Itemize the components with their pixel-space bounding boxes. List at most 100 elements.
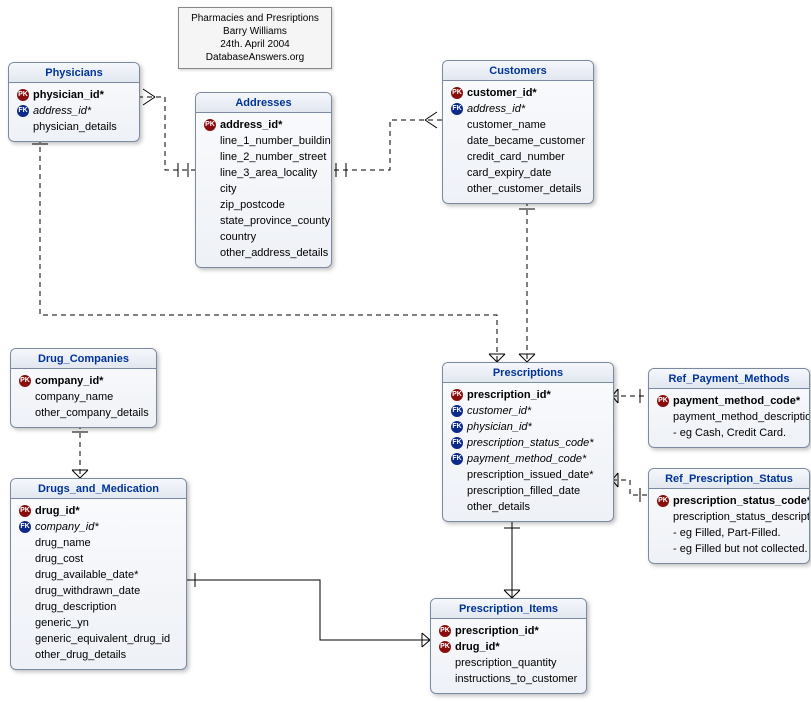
- pk-icon: PK: [17, 503, 33, 519]
- note-line: DatabaseAnswers.org: [185, 51, 325, 64]
- attribute-row: drug_cost: [17, 551, 180, 567]
- attribute-row: - eg Filled, Part-Filled.: [655, 525, 803, 541]
- attribute-row: prescription_quantity: [437, 655, 580, 671]
- attribute-row: prescription_filled_date: [449, 483, 607, 499]
- attribute-row: payment_method_description: [655, 409, 803, 425]
- attribute-row: PKdrug_id*: [437, 639, 580, 655]
- fk-icon: FK: [15, 103, 31, 119]
- fk-icon: FK: [17, 519, 33, 535]
- attribute-row: PKphysician_id*: [15, 87, 133, 103]
- attribute-row: PKaddress_id*: [202, 117, 325, 133]
- attribute-name: other_customer_details: [465, 181, 581, 197]
- entity-body: PKaddress_id*line_1_number_buildingline_…: [196, 113, 331, 267]
- entity-body: PKcustomer_id*FKaddress_id*customer_name…: [443, 81, 593, 203]
- entity-body: PKcompany_id*company_nameother_company_d…: [11, 369, 156, 427]
- pk-icon: PK: [15, 87, 31, 103]
- attribute-row: PKcompany_id*: [17, 373, 150, 389]
- attribute-name: customer_name: [465, 117, 546, 133]
- attribute-name: card_expiry_date: [465, 165, 551, 181]
- attribute-name: generic_equivalent_drug_id: [33, 631, 170, 647]
- attribute-name: - eg Filled but not collected.: [671, 541, 808, 557]
- attribute-name: customer_id*: [465, 403, 531, 419]
- entity-ref-prescription-status: Ref_Prescription_StatusPKprescription_st…: [648, 468, 810, 564]
- attribute-name: prescription_issued_date*: [465, 467, 594, 483]
- attribute-name: drug_name: [33, 535, 91, 551]
- attribute-name: other_drug_details: [33, 647, 126, 663]
- attribute-row: FKprescription_status_code*: [449, 435, 607, 451]
- attribute-name: - eg Cash, Credit Card.: [671, 425, 786, 441]
- fk-icon: FK: [449, 101, 465, 117]
- attribute-row: country: [202, 229, 325, 245]
- entity-title: Ref_Payment_Methods: [649, 369, 809, 389]
- attribute-row: generic_equivalent_drug_id: [17, 631, 180, 647]
- attribute-name: prescription_quantity: [453, 655, 557, 671]
- attribute-name: country: [218, 229, 256, 245]
- attribute-row: line_1_number_building: [202, 133, 325, 149]
- note-line: Pharmacies and Presriptions: [185, 12, 325, 25]
- entity-body: PKprescription_status_code*prescription_…: [649, 489, 809, 563]
- attribute-row: zip_postcode: [202, 197, 325, 213]
- attribute-row: card_expiry_date: [449, 165, 587, 181]
- attribute-name: prescription_status_description: [671, 509, 810, 525]
- attribute-row: FKaddress_id*: [15, 103, 133, 119]
- attribute-name: line_1_number_building: [218, 133, 332, 149]
- attribute-row: PKprescription_id*: [437, 623, 580, 639]
- pk-icon: PK: [17, 373, 33, 389]
- attribute-name: other_company_details: [33, 405, 149, 421]
- entity-addresses: AddressesPKaddress_id*line_1_number_buil…: [195, 92, 332, 268]
- attribute-row: generic_yn: [17, 615, 180, 631]
- attribute-row: PKprescription_id*: [449, 387, 607, 403]
- attribute-row: other_drug_details: [17, 647, 180, 663]
- attribute-name: other_address_details: [218, 245, 328, 261]
- attribute-row: customer_name: [449, 117, 587, 133]
- attribute-name: physician_id*: [31, 87, 104, 103]
- entity-body: PKdrug_id*FKcompany_id*drug_namedrug_cos…: [11, 499, 186, 669]
- pk-icon: PK: [437, 639, 453, 655]
- attribute-name: line_2_number_street: [218, 149, 326, 165]
- attribute-row: company_name: [17, 389, 150, 405]
- attribute-row: FKcompany_id*: [17, 519, 180, 535]
- note-line: Barry Williams: [185, 25, 325, 38]
- pk-icon: PK: [437, 623, 453, 639]
- attribute-name: drug_description: [33, 599, 116, 615]
- attribute-row: other_customer_details: [449, 181, 587, 197]
- attribute-row: prescription_issued_date*: [449, 467, 607, 483]
- attribute-name: address_id*: [465, 101, 525, 117]
- attribute-row: drug_withdrawn_date: [17, 583, 180, 599]
- attribute-row: drug_description: [17, 599, 180, 615]
- fk-icon: FK: [449, 435, 465, 451]
- attribute-row: - eg Filled but not collected.: [655, 541, 803, 557]
- attribute-row: drug_available_date*: [17, 567, 180, 583]
- attribute-row: physician_details: [15, 119, 133, 135]
- attribute-name: physician_id*: [465, 419, 532, 435]
- attribute-name: state_province_county: [218, 213, 330, 229]
- attribute-name: drug_id*: [453, 639, 500, 655]
- attribute-row: line_3_area_locality: [202, 165, 325, 181]
- attribute-row: FKphysician_id*: [449, 419, 607, 435]
- attribute-name: drug_withdrawn_date: [33, 583, 140, 599]
- attribute-row: prescription_status_description: [655, 509, 803, 525]
- entity-title: Addresses: [196, 93, 331, 113]
- entity-prescription-items: Prescription_ItemsPKprescription_id*PKdr…: [430, 598, 587, 694]
- entity-drugs-and-medication: Drugs_and_MedicationPKdrug_id*FKcompany_…: [10, 478, 187, 670]
- diagram-note: Pharmacies and Presriptions Barry Willia…: [178, 7, 332, 69]
- attribute-name: prescription_status_code*: [671, 493, 810, 509]
- attribute-row: drug_name: [17, 535, 180, 551]
- attribute-name: drug_cost: [33, 551, 83, 567]
- attribute-name: company_name: [33, 389, 113, 405]
- attribute-name: zip_postcode: [218, 197, 285, 213]
- attribute-row: FKpayment_method_code*: [449, 451, 607, 467]
- attribute-name: prescription_id*: [465, 387, 551, 403]
- attribute-row: FKaddress_id*: [449, 101, 587, 117]
- attribute-name: customer_id*: [465, 85, 537, 101]
- attribute-name: prescription_filled_date: [465, 483, 580, 499]
- entity-drug-companies: Drug_CompaniesPKcompany_id*company_nameo…: [10, 348, 157, 428]
- attribute-row: other_address_details: [202, 245, 325, 261]
- entity-body: PKprescription_id*PKdrug_id*prescription…: [431, 619, 586, 693]
- entity-title: Customers: [443, 61, 593, 81]
- entity-prescriptions: PrescriptionsPKprescription_id*FKcustome…: [442, 362, 614, 522]
- attribute-name: other_details: [465, 499, 530, 515]
- entity-body: PKprescription_id* FKcustomer_id*FKphysic…: [443, 383, 613, 521]
- entity-physicians: PhysiciansPKphysician_id*FKaddress_id*ph…: [8, 62, 140, 142]
- attribute-row: other_company_details: [17, 405, 150, 421]
